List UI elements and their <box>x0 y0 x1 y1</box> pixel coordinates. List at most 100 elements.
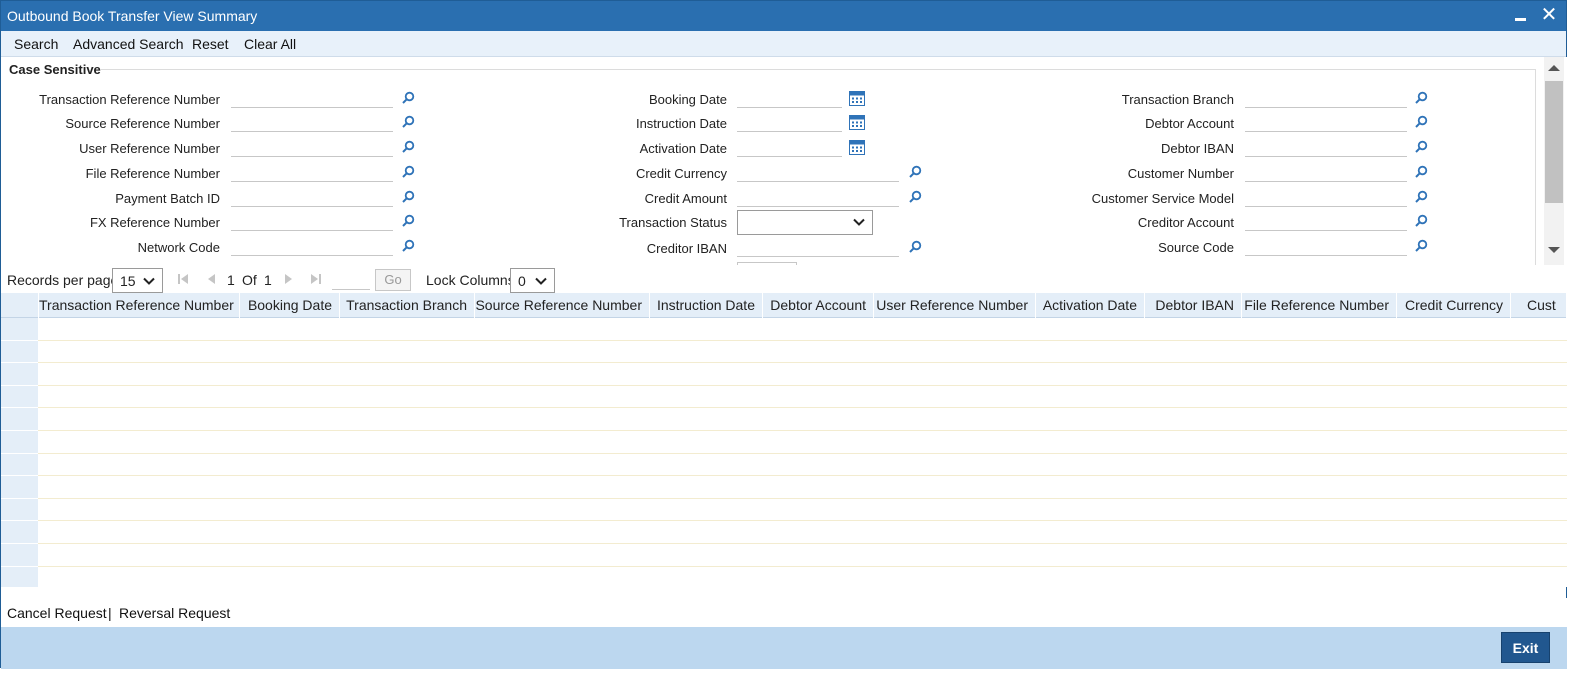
row-selector[interactable] <box>1 431 38 454</box>
row-selector[interactable] <box>1 566 38 587</box>
search-icon[interactable] <box>401 239 415 253</box>
records-per-page-select[interactable]: 15 <box>112 268 163 293</box>
go-button[interactable]: Go <box>375 269 411 291</box>
row-selector[interactable] <box>1 476 38 499</box>
row-selector[interactable] <box>1 544 38 567</box>
search-icon[interactable] <box>1414 140 1428 154</box>
column-header-debtor-account[interactable]: Debtor Account <box>763 293 874 318</box>
debtor-account-input[interactable] <box>1245 111 1407 132</box>
search-icon[interactable] <box>1414 165 1428 179</box>
first-page-icon[interactable] <box>177 273 189 285</box>
scrollbar-thumb[interactable] <box>1545 81 1563 203</box>
exit-button[interactable]: Exit <box>1501 632 1550 663</box>
user-reference-number-input[interactable] <box>231 136 393 157</box>
row-selector[interactable] <box>1 521 38 544</box>
table-row[interactable] <box>38 431 1567 454</box>
table-row[interactable] <box>38 386 1567 409</box>
search-icon[interactable] <box>1414 115 1428 129</box>
source-code-input[interactable] <box>1245 235 1407 256</box>
search-icon[interactable] <box>401 115 415 129</box>
row-selector[interactable] <box>1 453 38 477</box>
last-page-icon[interactable] <box>310 273 322 285</box>
scroll-up-icon[interactable] <box>1548 65 1560 71</box>
table-row[interactable] <box>38 521 1567 544</box>
fx-reference-number-input[interactable] <box>231 210 393 231</box>
table-row[interactable] <box>38 408 1567 431</box>
column-header-customer[interactable]: Cust <box>1511 293 1567 318</box>
table-row[interactable] <box>38 318 1567 341</box>
table-row[interactable] <box>38 499 1567 522</box>
row-selector[interactable] <box>1 318 38 341</box>
search-button[interactable]: Search <box>14 36 58 52</box>
reset-button[interactable]: Reset <box>192 36 229 52</box>
customer-number-input[interactable] <box>1245 161 1407 182</box>
column-header-source-reference-number[interactable]: Source Reference Number <box>475 293 650 318</box>
scroll-down-icon[interactable] <box>1548 247 1560 253</box>
column-header-instruction-date[interactable]: Instruction Date <box>650 293 763 318</box>
table-row[interactable] <box>38 363 1567 386</box>
close-icon[interactable]: ✕ <box>1538 4 1560 26</box>
transaction-status-select[interactable] <box>737 210 873 235</box>
creditor-account-input[interactable] <box>1245 210 1407 231</box>
table-row[interactable] <box>38 544 1567 567</box>
calendar-icon[interactable] <box>849 90 865 106</box>
table-row[interactable] <box>38 567 1567 587</box>
minimize-icon[interactable] <box>1510 4 1532 26</box>
records-per-page-label: Records per page <box>7 272 119 288</box>
column-header-transaction-branch[interactable]: Transaction Branch <box>340 293 475 318</box>
file-reference-number-input[interactable] <box>231 161 393 182</box>
source-reference-number-input[interactable] <box>231 111 393 132</box>
table-row[interactable] <box>38 341 1567 364</box>
column-header-activation-date[interactable]: Activation Date <box>1036 293 1145 318</box>
search-icon[interactable] <box>908 240 922 254</box>
search-icon[interactable] <box>908 190 922 204</box>
row-selector[interactable] <box>1 408 38 431</box>
search-icon[interactable] <box>1414 91 1428 105</box>
column-header-file-reference-number[interactable]: File Reference Number <box>1242 293 1397 318</box>
payment-batch-id-input[interactable] <box>231 186 393 207</box>
search-icon[interactable] <box>401 91 415 105</box>
debtor-iban-input[interactable] <box>1245 136 1407 157</box>
row-selector[interactable] <box>1 385 38 409</box>
lock-columns-select[interactable]: 0 <box>510 268 555 293</box>
instruction-date-input[interactable] <box>737 111 842 132</box>
activation-date-input[interactable] <box>737 136 842 157</box>
transaction-reference-number-input[interactable] <box>231 87 393 108</box>
booking-date-input[interactable] <box>737 87 842 108</box>
transaction-branch-input[interactable] <box>1245 87 1407 108</box>
row-selector[interactable] <box>1 340 38 364</box>
column-header-credit-currency[interactable]: Credit Currency <box>1397 293 1511 318</box>
column-header-debtor-iban[interactable]: Debtor IBAN <box>1145 293 1242 318</box>
credit-amount-input[interactable] <box>737 186 899 207</box>
network-code-input[interactable] <box>231 235 393 256</box>
search-icon[interactable] <box>401 214 415 228</box>
calendar-icon[interactable] <box>849 139 865 155</box>
column-header-user-reference-number[interactable]: User Reference Number <box>874 293 1036 318</box>
search-panel-scrollbar[interactable] <box>1544 57 1564 265</box>
row-selector[interactable] <box>1 363 38 386</box>
row-selector[interactable] <box>1 498 38 522</box>
search-icon[interactable] <box>401 165 415 179</box>
table-row[interactable] <box>38 454 1567 477</box>
table-row[interactable] <box>38 476 1567 499</box>
clear-all-button[interactable]: Clear All <box>244 36 296 52</box>
column-header-transaction-reference-number[interactable]: Transaction Reference Number <box>39 293 240 318</box>
reversal-request-link[interactable]: Reversal Request <box>119 605 230 621</box>
previous-page-icon[interactable] <box>205 273 217 285</box>
select-all-column-header[interactable] <box>1 293 39 318</box>
customer-service-model-input[interactable] <box>1245 186 1407 207</box>
search-icon[interactable] <box>1414 239 1428 253</box>
search-icon[interactable] <box>908 165 922 179</box>
calendar-icon[interactable] <box>849 114 865 130</box>
column-header-booking-date[interactable]: Booking Date <box>240 293 340 318</box>
search-icon[interactable] <box>1414 214 1428 228</box>
next-page-icon[interactable] <box>283 273 295 285</box>
cancel-request-link[interactable]: Cancel Request <box>7 605 107 621</box>
advanced-search-button[interactable]: Advanced Search <box>73 36 184 52</box>
search-icon[interactable] <box>401 190 415 204</box>
page-number-input[interactable] <box>332 268 370 290</box>
credit-currency-input[interactable] <box>737 161 899 182</box>
creditor-iban-input[interactable] <box>737 236 899 257</box>
search-icon[interactable] <box>401 140 415 154</box>
search-icon[interactable] <box>1414 190 1428 204</box>
